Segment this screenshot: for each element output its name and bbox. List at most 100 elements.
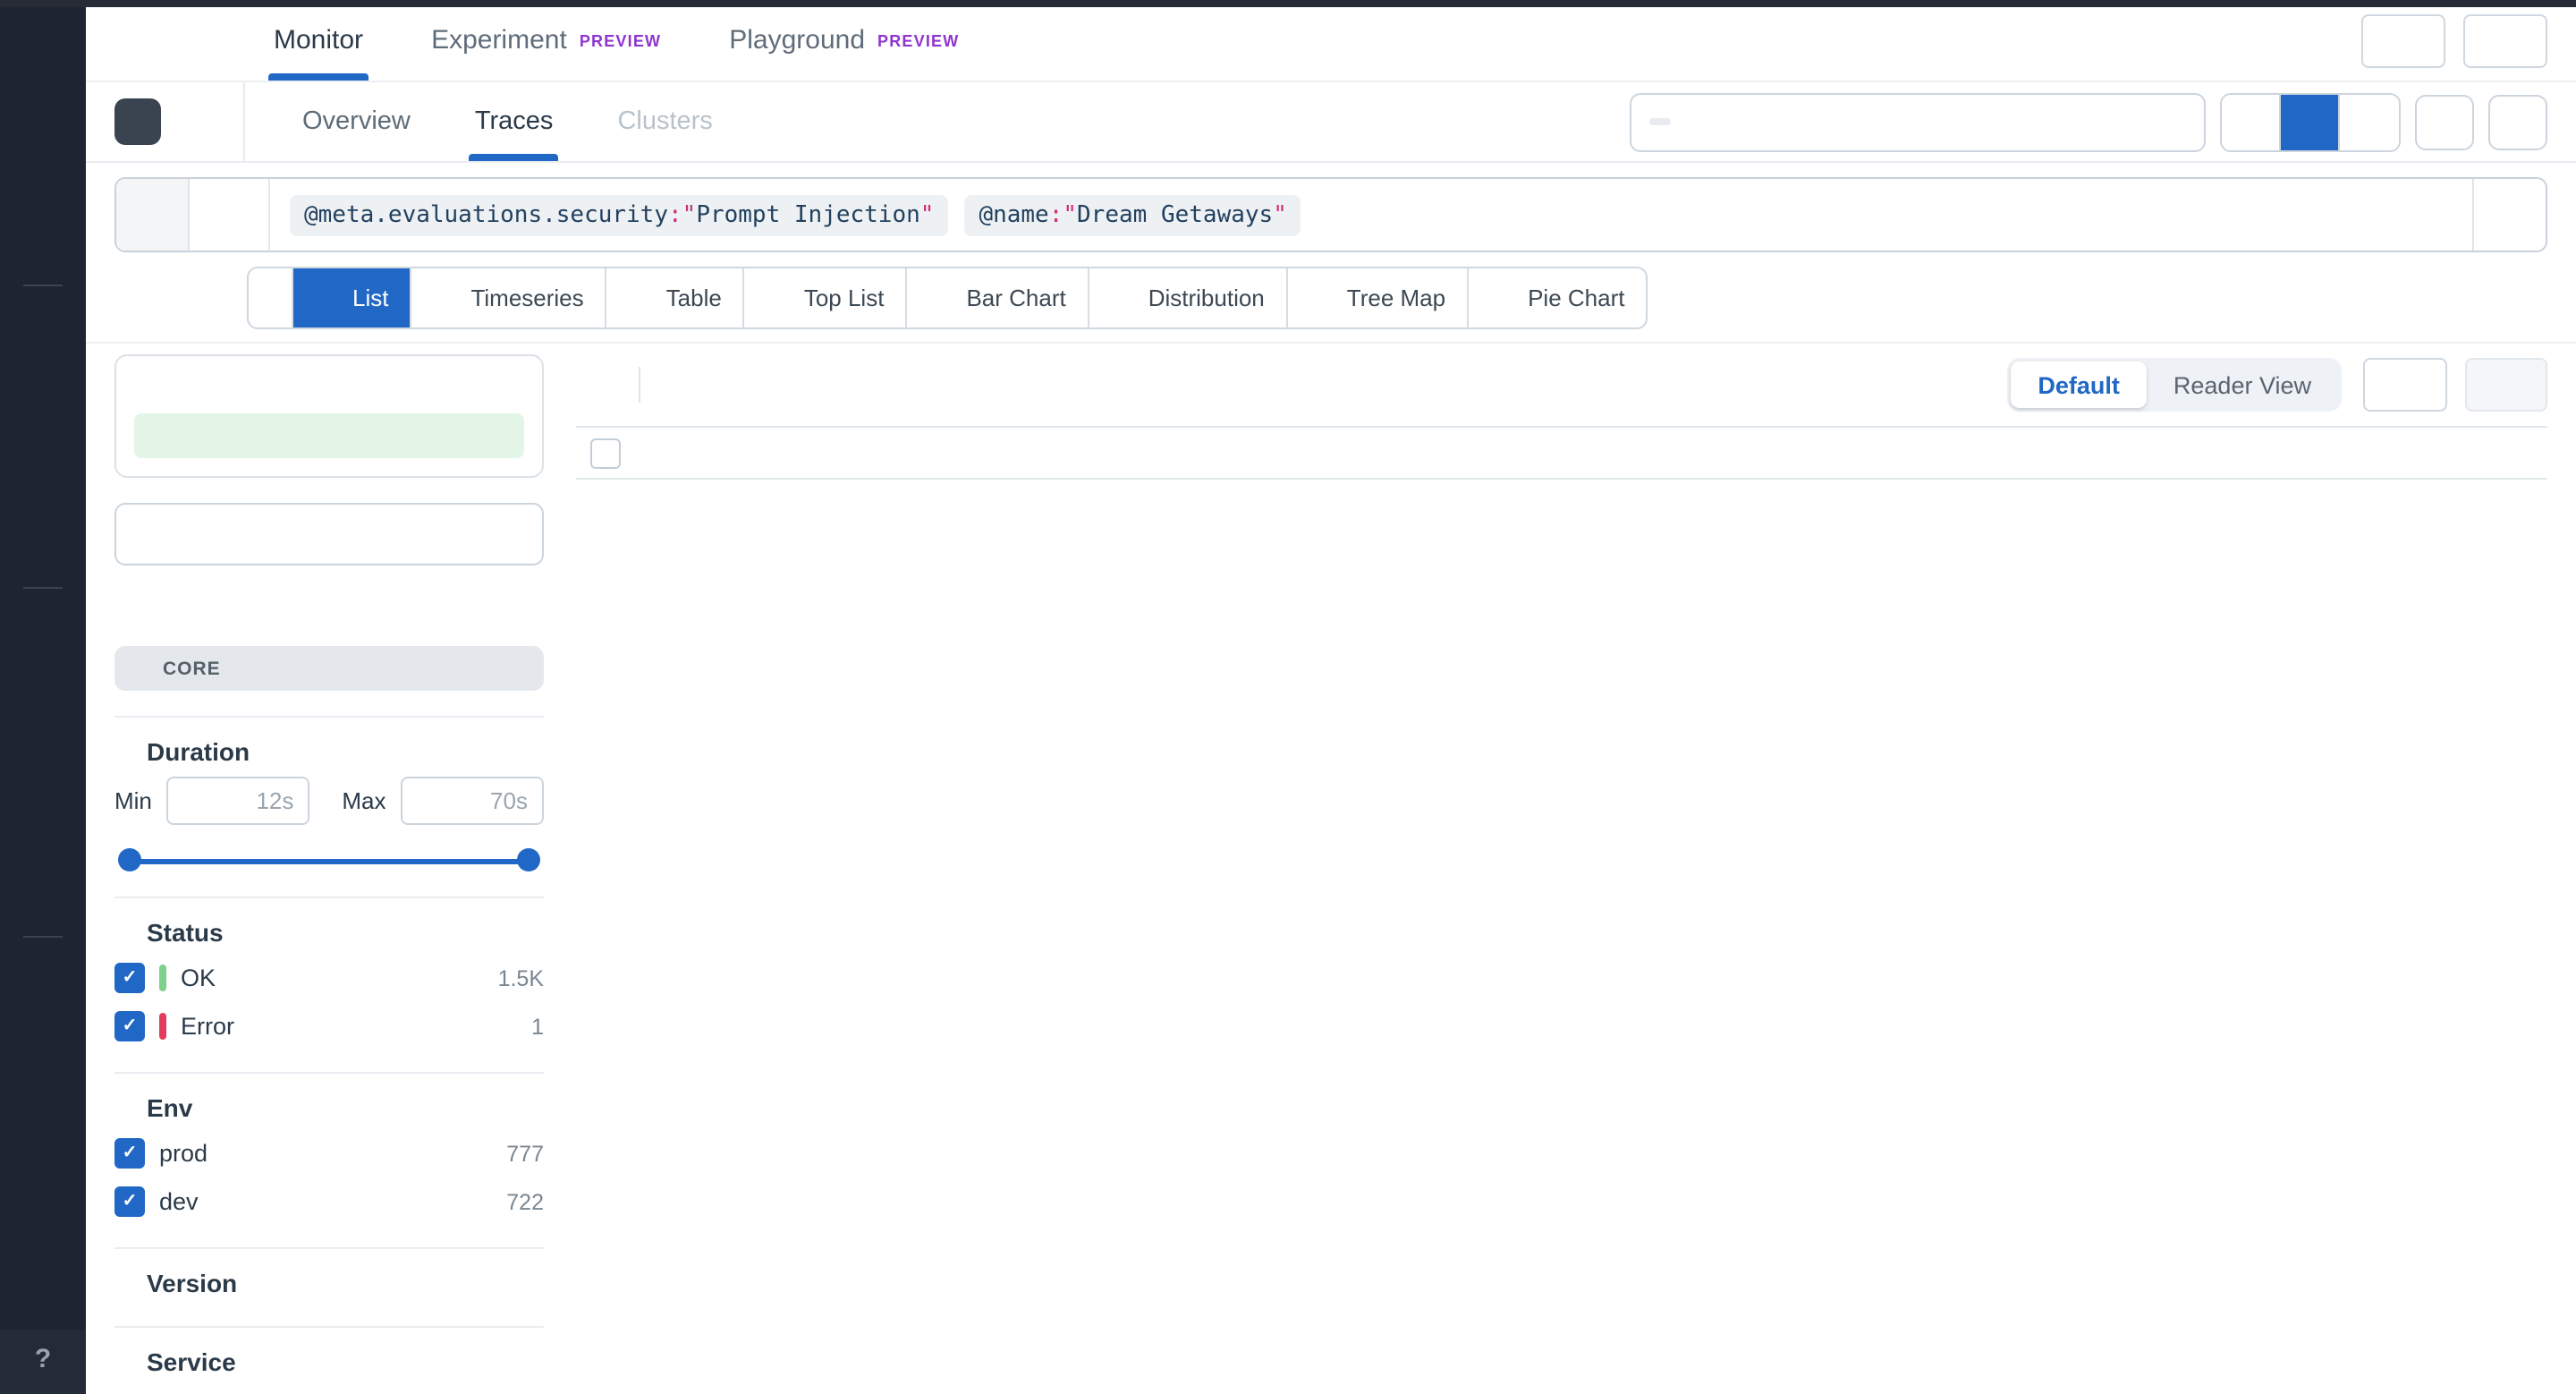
search-scope-dropdown[interactable] (190, 179, 270, 251)
zoom-out-button[interactable] (2415, 94, 2474, 149)
facet-list: COREDurationMin12sMax70sStatus✓OK1.5K✓Er… (114, 626, 544, 1394)
rail-item-notebooks[interactable] (0, 483, 86, 530)
dashboards-button[interactable] (2361, 13, 2445, 67)
llm-observability-icon (114, 24, 148, 58)
all-monitors-card[interactable] (114, 354, 544, 478)
datadog-dog-icon (20, 17, 66, 64)
refresh-button[interactable] (2488, 94, 2547, 149)
visualize-option-table[interactable]: Table (607, 268, 745, 327)
facet-item-error[interactable]: ✓Error1 (114, 1002, 544, 1050)
add-to-dataset-button[interactable] (2465, 358, 2547, 412)
time-forward-button[interactable] (2340, 94, 2399, 149)
facet-item-count: 1.5K (498, 965, 544, 990)
visualize-option-bar-chart[interactable]: Bar Chart (907, 268, 1089, 327)
raw-query-toggle[interactable] (2472, 179, 2546, 251)
facet-item-count: 722 (506, 1189, 544, 1214)
rail-item-performance[interactable] (0, 995, 86, 1041)
rail-item-history[interactable] (0, 297, 86, 344)
visualize-option-label: Pie Chart (1528, 285, 1624, 311)
facet-search-input[interactable] (174, 519, 524, 549)
options-button[interactable] (2363, 358, 2447, 412)
rail-item-search[interactable] (0, 227, 86, 274)
visualize-option-label: List (352, 285, 388, 311)
application-selector[interactable] (114, 98, 215, 145)
product-tab-monitor[interactable]: Monitor (240, 0, 397, 81)
visualize-option-top-list[interactable]: Top List (745, 268, 908, 327)
visualize-option-pie-chart[interactable]: Pie Chart (1469, 268, 1646, 327)
column-header-content[interactable] (637, 447, 1619, 458)
rail-item-rum[interactable] (0, 739, 86, 786)
facet-header-version[interactable]: Version (114, 1269, 544, 1297)
checkbox-error[interactable]: ✓ (114, 1011, 145, 1041)
performance-icon (28, 1003, 58, 1033)
facet-item-prod[interactable]: ✓prod777 (114, 1129, 544, 1177)
settings-button[interactable] (2463, 13, 2547, 67)
product-tab-playground[interactable]: PlaygroundPREVIEW (695, 0, 993, 81)
help-button[interactable]: ? (0, 1330, 86, 1394)
facet-header-status[interactable]: Status (114, 918, 544, 947)
add-facet-button[interactable] (512, 589, 540, 610)
rail-divider (23, 285, 63, 286)
visualize-option-label: Distribution (1148, 285, 1265, 311)
time-backward-button[interactable] (2222, 94, 2281, 149)
visualize-option-tree-map[interactable]: Tree Map (1288, 268, 1469, 327)
rail-item-security[interactable] (0, 832, 86, 879)
facet-item-count: 777 (506, 1141, 544, 1166)
rail-item-workflows[interactable] (0, 530, 86, 576)
table-header (576, 426, 2547, 480)
facet-header-env[interactable]: Env (114, 1093, 544, 1122)
visualize-option-list[interactable]: List (293, 268, 411, 327)
query-token[interactable]: @meta.evaluations.security:"Prompt Injec… (290, 194, 948, 235)
rail-item-cloud-cost[interactable] (0, 646, 86, 693)
rail-item-service-map[interactable] (0, 786, 86, 832)
rail-item-bits-ai[interactable] (0, 344, 86, 390)
checkbox-prod[interactable]: ✓ (114, 1138, 145, 1169)
facet-item-ok[interactable]: ✓OK1.5K (114, 954, 544, 1002)
select-all-checkbox[interactable] (590, 438, 621, 468)
query-token-value: Dream Getaways (1077, 201, 1273, 228)
section-tab-traces[interactable]: Traces (443, 82, 586, 161)
slider-handle-max[interactable] (517, 848, 540, 871)
checkbox-dev[interactable]: ✓ (114, 1186, 145, 1217)
rail-item-llm-observability[interactable] (0, 879, 86, 925)
hide-controls-button[interactable] (576, 371, 615, 398)
pause-button[interactable] (2281, 94, 2340, 149)
search-query-input[interactable]: @meta.evaluations.security:"Prompt Injec… (270, 179, 2401, 251)
section-tab-clusters[interactable]: Clusters (585, 82, 744, 161)
facet-item-dev[interactable]: ✓dev722 (114, 1177, 544, 1226)
view-mode-default[interactable]: Default (2011, 361, 2147, 408)
rail-item-apm[interactable] (0, 693, 86, 739)
facet-label: Version (147, 1269, 237, 1297)
rail-item-dashboards-nav[interactable] (0, 390, 86, 437)
pin-icon[interactable] (2127, 110, 2150, 133)
rail-item-monitors-nav[interactable] (0, 437, 86, 483)
facet-label: Status (147, 918, 224, 947)
rail-item-integrations[interactable] (0, 1237, 86, 1283)
pie-chart-icon (1490, 285, 1515, 310)
product-tab-label: Experiment (431, 25, 567, 55)
checkbox-ok[interactable]: ✓ (114, 963, 145, 993)
section-tab-overview[interactable]: Overview (270, 82, 443, 161)
rail-item-user-avatar[interactable] (0, 1283, 86, 1330)
rail-item-logs[interactable] (0, 1041, 86, 1088)
rewind-icon (2239, 110, 2262, 133)
facet-header-duration[interactable]: Duration (114, 737, 544, 766)
time-range-picker[interactable] (1630, 92, 2206, 151)
clear-search-icon[interactable] (2424, 202, 2449, 227)
product-tab-experiment[interactable]: ExperimentPREVIEW (397, 0, 695, 81)
duration-max-input[interactable]: 70s (401, 777, 544, 825)
visualize-option-timeseries[interactable]: Timeseries (411, 268, 606, 327)
rail-item-infrastructure[interactable] (0, 599, 86, 646)
rail-item-error-tracking[interactable] (0, 948, 86, 995)
table-icon (629, 285, 654, 310)
facet-header-service[interactable]: Service (114, 1347, 544, 1376)
query-token[interactable]: @name:"Dream Getaways" (964, 194, 1301, 235)
visualize-option-distribution[interactable]: Distribution (1089, 268, 1288, 327)
duration-min-input[interactable]: 12s (166, 777, 309, 825)
datadog-logo[interactable] (0, 0, 86, 81)
pencil-icon[interactable] (118, 587, 143, 612)
facet-group-header-core[interactable]: CORE (114, 646, 544, 691)
view-mode-reader-view[interactable]: Reader View (2147, 361, 2338, 408)
slider-handle-min[interactable] (118, 848, 141, 871)
duration-range-slider (118, 846, 540, 875)
